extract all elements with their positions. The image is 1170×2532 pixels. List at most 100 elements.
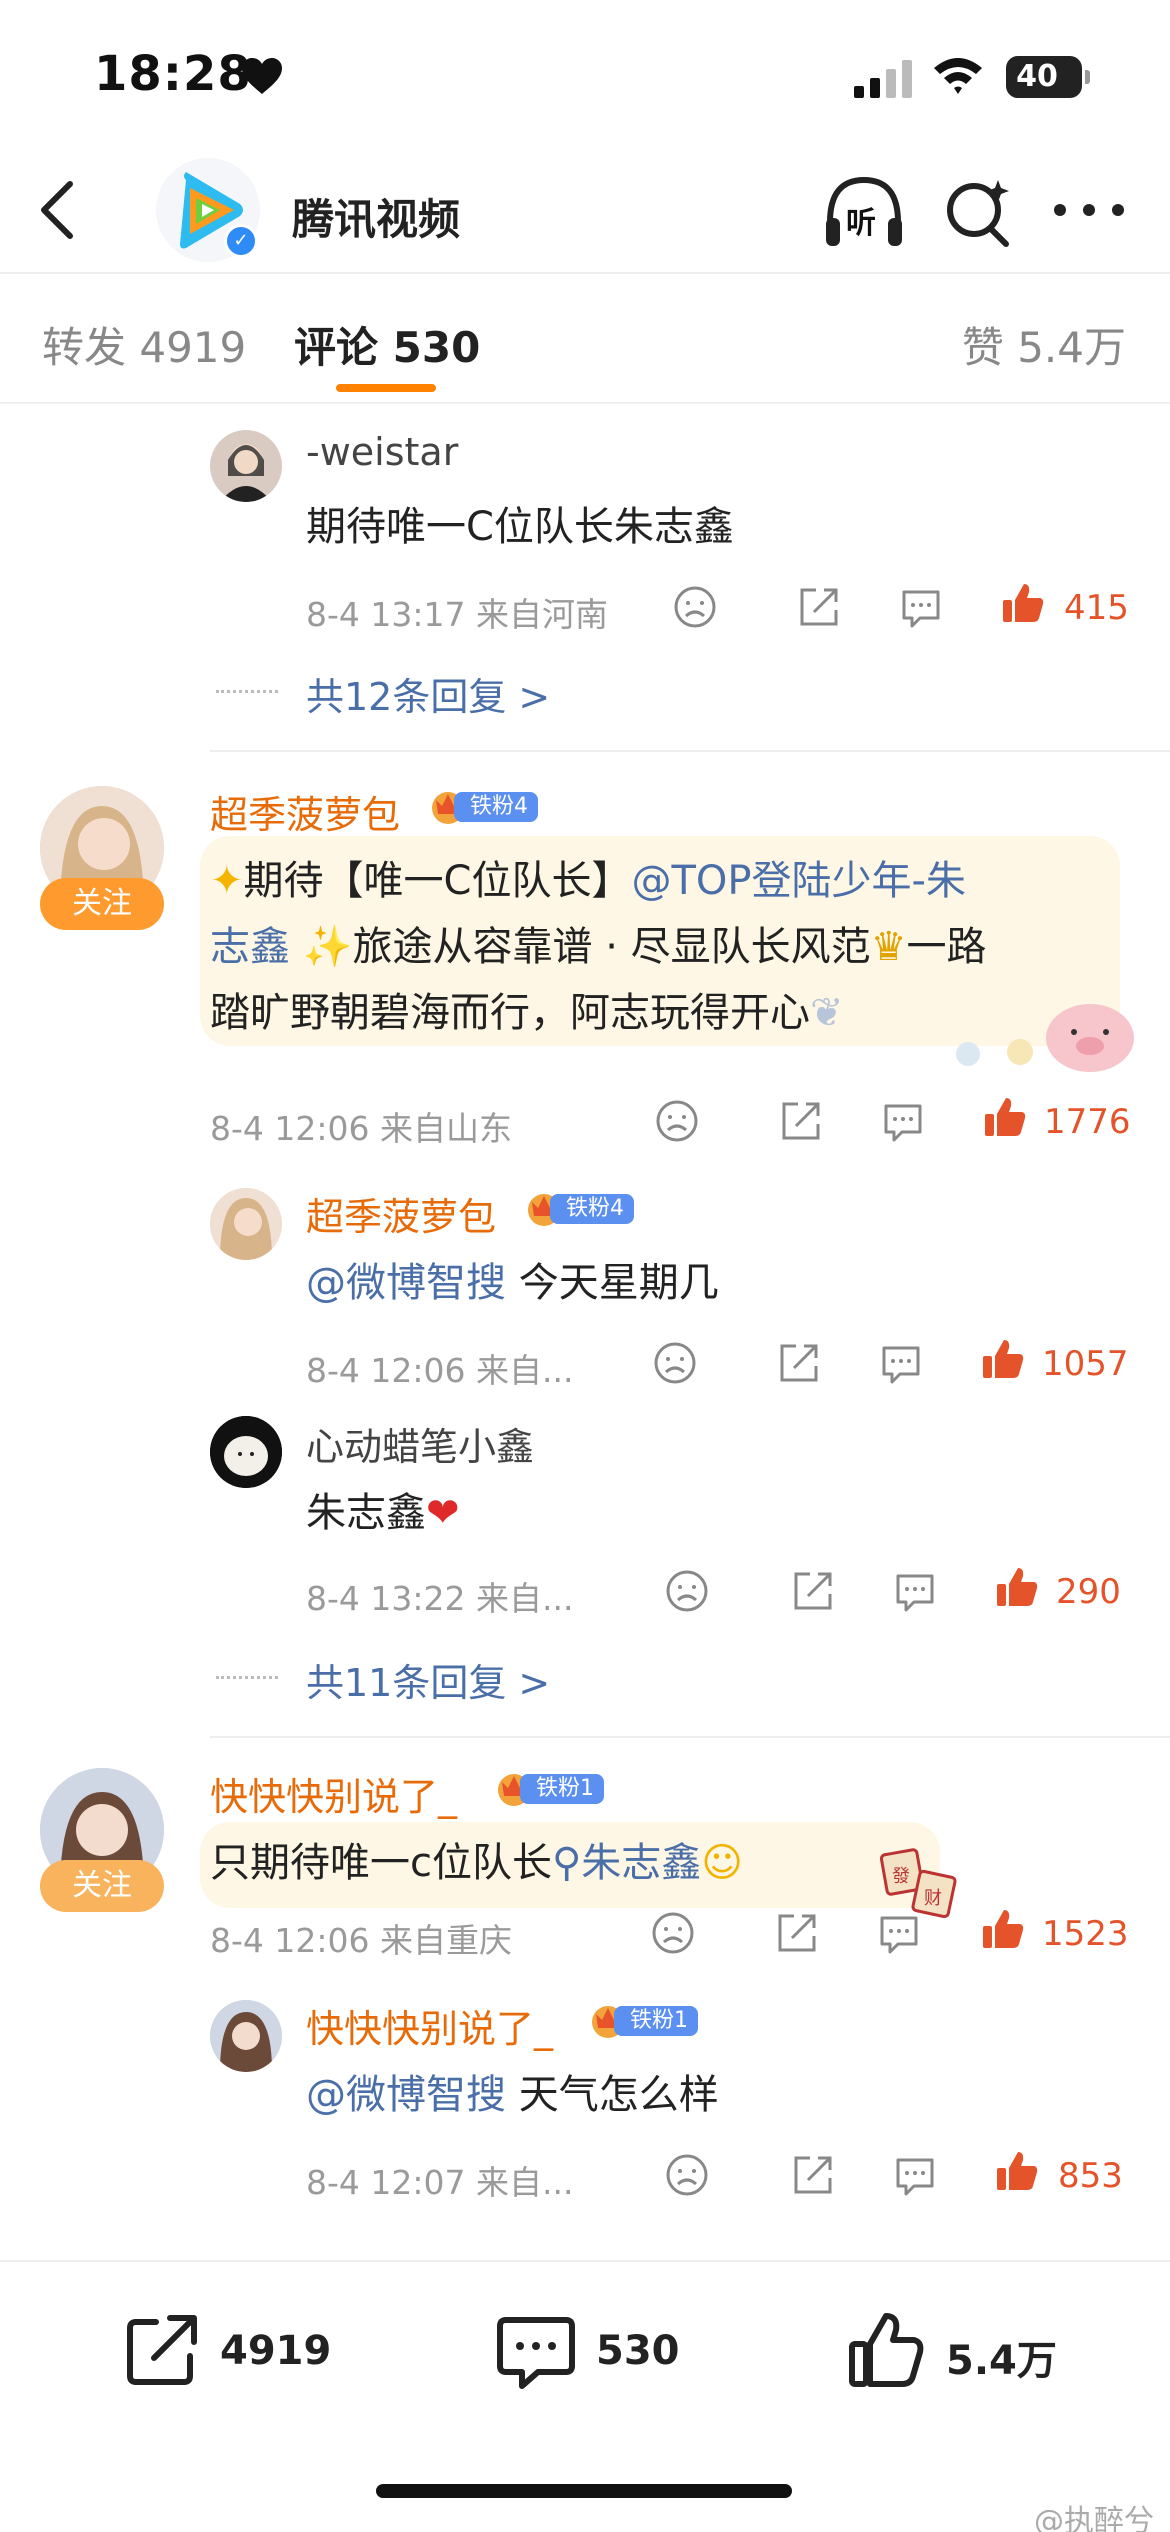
more-replies-link[interactable]: 共12条回复 > [306, 666, 550, 721]
repost-count: 4919 [220, 2328, 332, 2374]
reply-username[interactable]: 快快快别说了_ [306, 1998, 553, 2053]
reply-username[interactable]: -weistar [306, 430, 458, 474]
reply-meta: 8-4 12:07 来自... [306, 2163, 574, 2202]
red-heart-emoji-icon: ❤ [426, 1490, 460, 1536]
like-count: 290 [1056, 1572, 1121, 1612]
reply-meta: 8-4 13:17 来自河南 [306, 595, 608, 634]
like-icon[interactable] [994, 2148, 1040, 2194]
search-link[interactable]: ⚲朱志鑫 [552, 1840, 701, 1886]
comment-icon [497, 2317, 575, 2389]
listen-button[interactable]: 听 [822, 172, 906, 252]
follow-button[interactable]: 关注 [40, 1860, 164, 1912]
tab-comment[interactable]: 评论 530 [294, 314, 480, 375]
avatar[interactable] [210, 1188, 282, 1260]
reply-meta: 8-4 12:06 来自... [306, 1351, 574, 1390]
dislike-icon[interactable] [672, 584, 718, 630]
comment-button[interactable]: 530 [496, 2310, 696, 2394]
home-indicator [376, 2484, 792, 2498]
wing-emoji-icon: ❦ [810, 990, 844, 1036]
status-time: 18:28 [94, 46, 252, 102]
tab-bar: 转发 4919 评论 530 赞 5.4万 [0, 274, 1170, 404]
tab-repost[interactable]: 转发 4919 [42, 314, 246, 375]
reply-text: @微博智搜 天气怎么样 [306, 2072, 719, 2118]
reply-meta: 8-4 13:22 来自... [306, 1579, 574, 1618]
comment-icon[interactable] [898, 584, 944, 630]
listen-label: 听 [846, 206, 876, 241]
share-icon[interactable] [790, 1568, 836, 1614]
share-icon [127, 2315, 197, 2385]
comment-username[interactable]: 快快快别说了_ [210, 1766, 457, 1821]
dislike-icon[interactable] [650, 1910, 696, 1956]
like-count: 1523 [1042, 1914, 1129, 1954]
dislike-icon[interactable] [654, 1098, 700, 1144]
pig-sticker-icon [956, 1004, 1134, 1072]
account-name[interactable]: 腾讯视频 [292, 186, 460, 247]
mention-link[interactable]: @微博智搜 [306, 2072, 506, 2118]
crown-emoji-icon: ♛ [870, 924, 907, 970]
comment-text-line2: 志鑫 ✨旅途从容靠谱 · 尽显队长风范♛一路 [210, 924, 987, 970]
verified-icon: ✓ [224, 224, 258, 258]
mention-link[interactable]: @TOP登陆少年-朱 [631, 858, 965, 904]
comment-icon[interactable] [878, 1340, 924, 1386]
sparkles-emoji-icon: ✨ [302, 924, 353, 970]
mention-link[interactable]: @微博智搜 [306, 1260, 506, 1306]
share-icon[interactable] [774, 1910, 820, 1956]
reply-text: 期待唯一C位队长朱志鑫 [306, 504, 734, 550]
fan-badge: 铁粉1 [494, 1772, 614, 1806]
reply-text: @微博智搜 今天星期几 [306, 1260, 719, 1306]
like-icon[interactable] [994, 1564, 1040, 1610]
comment-icon[interactable] [892, 2152, 938, 2198]
more-icon[interactable] [1050, 190, 1128, 230]
fan-badge: 铁粉4 [428, 790, 548, 824]
bottom-action-bar: 4919 530 5.4万 @执醉兮 [0, 2260, 1170, 2532]
watermark: @执醉兮 [1034, 2504, 1154, 2532]
tab-like[interactable]: 赞 5.4万 [962, 314, 1126, 375]
heart-icon [242, 58, 282, 94]
dislike-icon[interactable] [652, 1340, 698, 1386]
share-icon[interactable] [778, 1098, 824, 1144]
comment-icon[interactable] [892, 1568, 938, 1614]
like-icon[interactable] [980, 1906, 1026, 1952]
grin-emoji-icon: ☺ [701, 1840, 743, 1886]
star-emoji-icon: ✦ [210, 858, 244, 904]
comment-text: 只期待唯一c位队长⚲朱志鑫☺ [210, 1840, 743, 1886]
comment-username[interactable]: 超季菠萝包 [210, 784, 400, 839]
signal-icon [854, 60, 912, 98]
repost-button[interactable]: 4919 [122, 2310, 342, 2394]
share-icon[interactable] [796, 584, 842, 630]
like-count: 853 [1058, 2156, 1123, 2196]
like-icon[interactable] [980, 1336, 1026, 1382]
avatar[interactable] [210, 430, 282, 502]
like-count: 1776 [1044, 1102, 1131, 1142]
like-icon[interactable] [1000, 580, 1046, 626]
comment-text-line1: ✦期待【唯一C位队长】@TOP登陆少年-朱 [210, 858, 966, 904]
comment-text-line3: 踏旷野朝碧海而行，阿志玩得开心❦ [210, 990, 844, 1036]
back-icon[interactable] [30, 178, 90, 242]
follow-button[interactable]: 关注 [40, 878, 164, 930]
comment-icon[interactable] [876, 1910, 922, 1956]
share-icon[interactable] [776, 1340, 822, 1386]
comment-meta: 8-4 12:06 来自山东 [210, 1109, 512, 1148]
like-count: 5.4万 [946, 2338, 1057, 2384]
comment-meta: 8-4 12:06 来自重庆 [210, 1921, 512, 1960]
reply-username[interactable]: 心动蜡笔小鑫 [306, 1416, 534, 1471]
more-replies-link[interactable]: 共11条回复 > [306, 1652, 550, 1707]
avatar[interactable] [210, 1416, 282, 1488]
divider-dots [216, 1676, 278, 1680]
svg-text:财: 财 [924, 1888, 942, 1909]
reply-username[interactable]: 超季菠萝包 [306, 1186, 496, 1241]
status-bar: 18:28 40 [0, 0, 1170, 150]
avatar[interactable] [210, 2000, 282, 2072]
like-button[interactable]: 5.4万 [846, 2310, 1066, 2394]
like-icon[interactable] [982, 1094, 1028, 1140]
divider [210, 750, 1170, 752]
mention-link-cont[interactable]: 志鑫 [210, 924, 290, 970]
dislike-icon[interactable] [664, 1568, 710, 1614]
search-icon[interactable] [942, 174, 1012, 250]
dislike-icon[interactable] [664, 2152, 710, 2198]
share-icon[interactable] [790, 2152, 836, 2198]
fan-badge: 铁粉4 [524, 1192, 644, 1226]
comment-icon[interactable] [880, 1098, 926, 1144]
comment-list: -weistar 期待唯一C位队长朱志鑫 8-4 13:17 来自河南 415 … [0, 404, 1170, 2260]
wifi-icon [934, 58, 982, 94]
